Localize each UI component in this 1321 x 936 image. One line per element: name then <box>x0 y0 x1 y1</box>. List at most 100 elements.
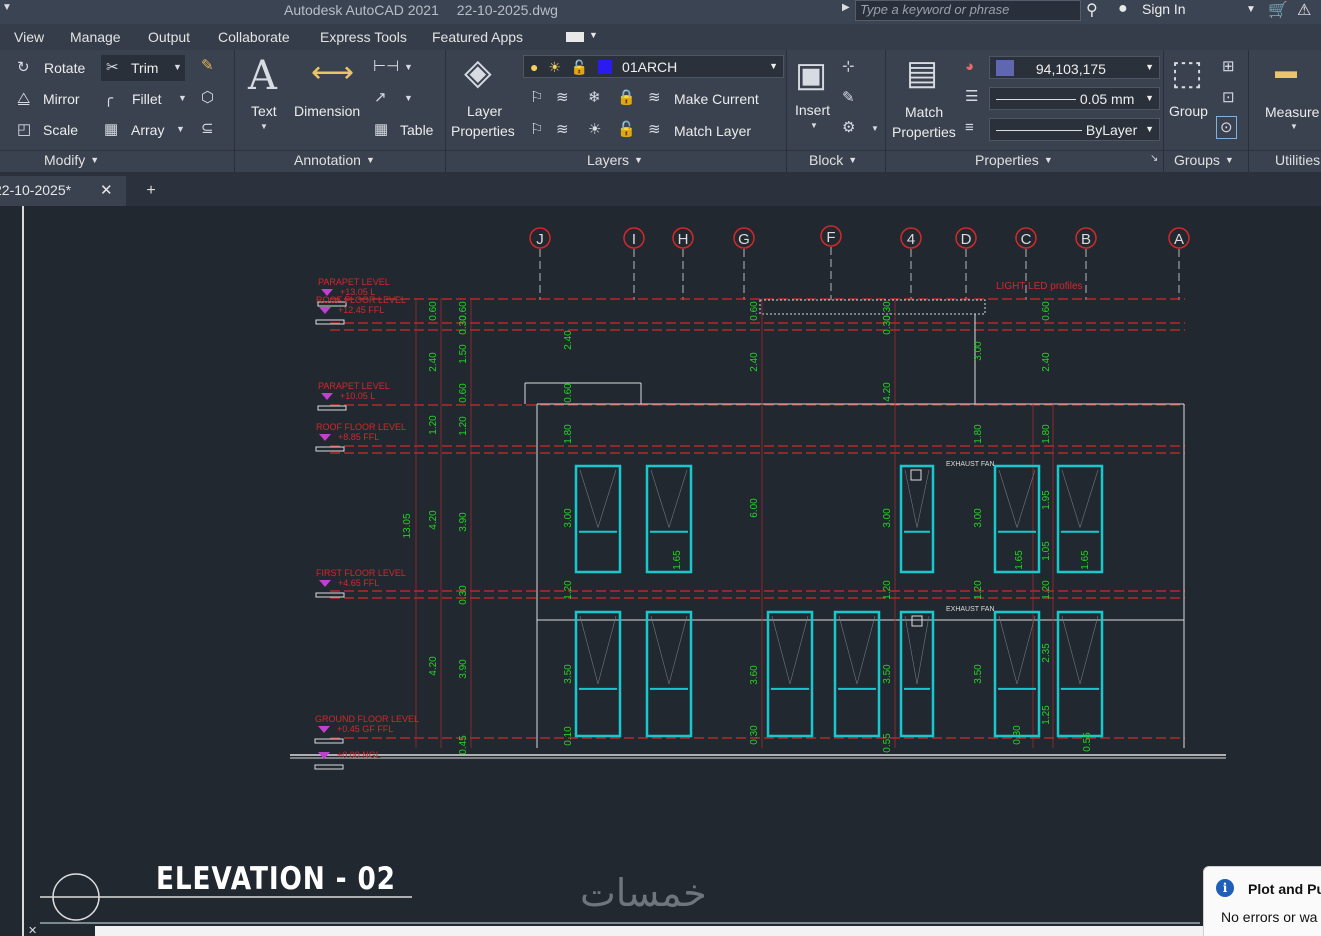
mirror-button[interactable]: Mirror <box>43 91 80 107</box>
properties-launcher-icon[interactable]: ↘ <box>1150 154 1158 164</box>
ribbon-minimize-icon[interactable] <box>566 32 584 42</box>
level-value: +12.45 FFL <box>338 305 384 315</box>
chevron-down-icon: ▼ <box>1145 93 1154 103</box>
tab-manage[interactable]: Manage <box>70 29 121 45</box>
new-tab-icon[interactable]: + <box>139 182 163 202</box>
dimension-text: 1.25 <box>1041 705 1052 725</box>
tab-view[interactable]: View <box>14 29 44 45</box>
layer-lock-icon[interactable]: 🔒 <box>617 90 636 105</box>
command-input[interactable] <box>95 926 1203 936</box>
block-panel-title[interactable]: Block ▼ <box>809 152 857 168</box>
linetype-dropdown[interactable]: ByLayer ▼ <box>989 118 1160 141</box>
ungroup-icon[interactable]: ⊞ <box>1222 59 1235 74</box>
group-select-icon[interactable]: ⊙ <box>1216 116 1237 139</box>
elevation-drawing: J I H G F 4 D C B A EXHAUST FAN EXHAUST FAN LIGHT LE… <box>40 225 1226 924</box>
offset-icon[interactable]: ⊆ <box>201 121 214 136</box>
match-layer-button[interactable]: Match Layer <box>674 123 751 139</box>
cart-icon[interactable]: 🛒 <box>1268 0 1288 20</box>
quick-access-dropdown-icon[interactable]: ▼ <box>2 2 12 13</box>
tab-express-tools[interactable]: Express Tools <box>320 29 407 45</box>
match-properties-button-line1[interactable]: Match <box>905 104 943 120</box>
layer-freeze-icon[interactable]: ❄ <box>588 90 601 105</box>
close-icon[interactable]: ✕ <box>100 181 113 199</box>
dimension-text: 3.00 <box>563 508 574 528</box>
trim-dropdown-icon[interactable]: ▼ <box>173 63 182 72</box>
measure-button[interactable]: Measure <box>1265 104 1319 120</box>
drawing-viewport[interactable]: J I H G F 4 D C B A EXHAUST FAN EXHAUST FAN LIGHT LE… <box>0 206 1321 936</box>
layer-dropdown[interactable]: ● ☀ 🔓 01ARCH ▼ <box>523 55 784 78</box>
chevron-down-icon: ▼ <box>365 155 375 165</box>
group-edit-icon[interactable]: ⊡ <box>1222 90 1235 105</box>
window-frame <box>645 610 693 738</box>
level-value: +0.45 GF FFL <box>337 724 393 734</box>
ribbon-minimize-dropdown-icon[interactable]: ▼ <box>589 30 598 40</box>
plot-notification[interactable]: i Plot and Pu No errors or wa <box>1203 866 1321 936</box>
group-button[interactable]: Group <box>1169 103 1208 119</box>
create-block-icon[interactable]: ⊹ <box>842 59 855 74</box>
modify-panel-title[interactable]: Modify ▼ <box>44 152 99 168</box>
layer-isolate-icon[interactable]: ≋ <box>556 90 569 105</box>
layer-off-icon[interactable]: ⚐ <box>530 90 543 105</box>
dimension-button[interactable]: Dimension <box>294 103 360 119</box>
search-input[interactable]: Type a keyword or phrase <box>855 0 1081 21</box>
linear-dim-icon[interactable]: ⊢⊣ <box>373 59 399 74</box>
insert-dropdown-icon[interactable]: ▼ <box>810 122 818 130</box>
tab-output[interactable]: Output <box>148 29 190 45</box>
properties-panel-title[interactable]: Properties ▼ <box>975 152 1053 168</box>
dimension-text: 2.40 <box>563 330 574 350</box>
layer-properties-button-line2[interactable]: Properties <box>451 123 515 139</box>
groups-panel-title[interactable]: Groups ▼ <box>1174 152 1234 168</box>
layer-properties-button-line1[interactable]: Layer <box>467 103 502 119</box>
fillet-button[interactable]: Fillet <box>132 91 162 107</box>
scale-button[interactable]: Scale <box>43 122 78 138</box>
fillet-icon: ╭ <box>104 90 114 107</box>
insert-button[interactable]: Insert <box>795 102 830 118</box>
grid-label: D <box>961 231 972 248</box>
text-button[interactable]: Text <box>251 103 277 119</box>
document-tab[interactable]: 22-10-2025* ✕ <box>0 176 126 206</box>
fillet-dropdown-icon[interactable]: ▼ <box>178 94 187 103</box>
search-expand-icon[interactable]: ▶ <box>842 2 850 13</box>
explode-icon[interactable]: ⬡ <box>201 90 214 105</box>
rotate-button[interactable]: Rotate <box>44 60 85 76</box>
array-button[interactable]: Array <box>131 122 164 138</box>
edit-block-icon[interactable]: ✎ <box>842 90 855 105</box>
linear-dim-dropdown-icon[interactable]: ▼ <box>404 63 413 72</box>
level-marker-icon <box>319 434 331 441</box>
dimension-text: 3.50 <box>882 664 893 684</box>
layers-panel-title[interactable]: Layers ▼ <box>587 152 643 168</box>
layer-thaw-all-icon[interactable]: ☀ <box>588 122 601 137</box>
tab-featured-apps[interactable]: Featured Apps <box>432 29 523 45</box>
trim-button[interactable]: Trim <box>131 60 158 76</box>
grid-label: G <box>738 231 750 248</box>
edit-attributes-icon[interactable]: ⚙ <box>842 120 855 135</box>
sign-in-link[interactable]: Sign In <box>1142 1 1186 17</box>
sign-in-dropdown-icon[interactable]: ▼ <box>1246 4 1256 15</box>
layer-on-all-icon[interactable]: ⚐ <box>530 122 543 137</box>
dimension-text: 0.60 <box>749 301 760 321</box>
layer-unlock-all-icon[interactable]: 🔓 <box>617 122 636 137</box>
tab-collaborate[interactable]: Collaborate <box>218 29 290 45</box>
array-dropdown-icon[interactable]: ▼ <box>176 125 185 134</box>
measure-dropdown-icon[interactable]: ▼ <box>1290 123 1298 131</box>
leader-dropdown-icon[interactable]: ▼ <box>404 94 413 103</box>
autodesk-app-icon[interactable]: ⚠ <box>1297 0 1311 20</box>
layer-unisolate-icon[interactable]: ≋ <box>556 122 569 137</box>
window-opening-line <box>1016 615 1036 684</box>
current-layer-name: 01ARCH <box>622 59 678 75</box>
match-properties-button-line2[interactable]: Properties <box>892 124 956 140</box>
user-icon[interactable]: ● <box>1118 0 1128 18</box>
app-title: Autodesk AutoCAD 2021 <box>284 2 439 18</box>
make-current-button[interactable]: Make Current <box>674 91 759 107</box>
erase-icon[interactable]: ✎ <box>201 58 214 73</box>
annotation-panel-title[interactable]: Annotation ▼ <box>294 152 375 168</box>
color-dropdown[interactable]: 94,103,175 ▼ <box>989 56 1160 79</box>
text-dropdown-icon[interactable]: ▼ <box>260 123 268 131</box>
attributes-dropdown-icon[interactable]: ▼ <box>871 125 879 133</box>
table-button[interactable]: Table <box>400 122 433 138</box>
close-icon[interactable]: ✕ <box>28 924 37 936</box>
utilities-panel-title[interactable]: Utilities <box>1275 152 1320 168</box>
search-icon[interactable]: ⚲ <box>1086 0 1098 20</box>
leader-icon[interactable]: ↗ <box>374 90 387 105</box>
lineweight-dropdown[interactable]: 0.05 mm ▼ <box>989 87 1160 110</box>
